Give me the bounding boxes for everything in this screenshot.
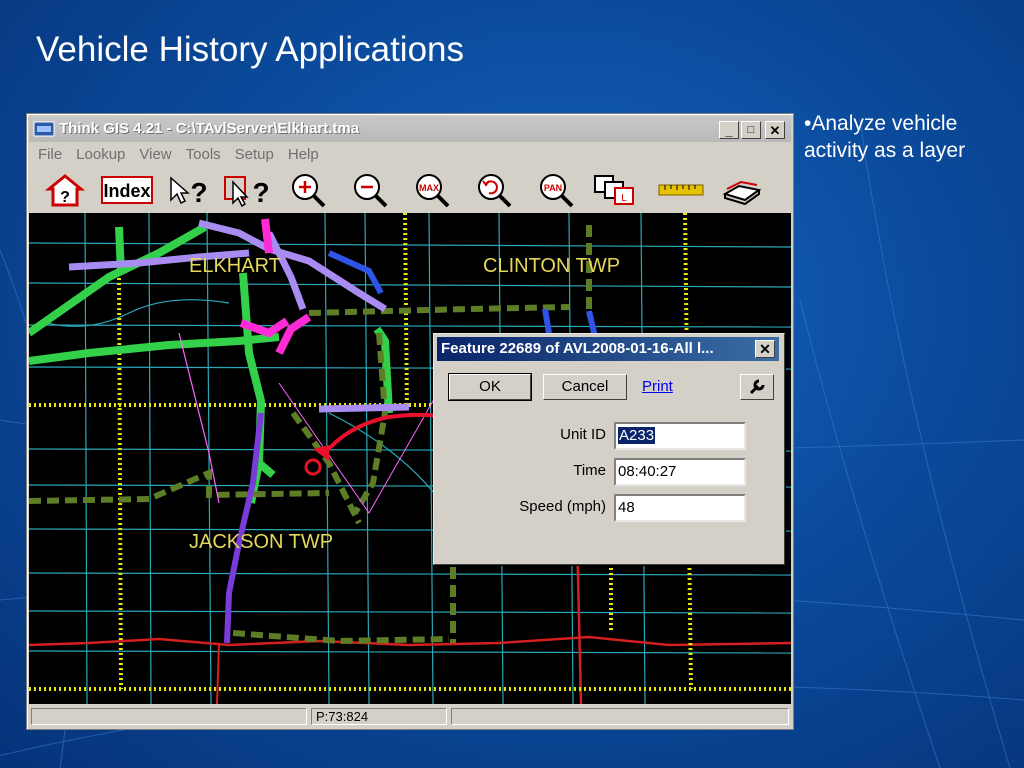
bullet-list: Analyze vehicle activity as a layer xyxy=(804,110,1014,164)
zoom-max-icon[interactable]: MAX xyxy=(413,172,453,208)
menu-setup[interactable]: Setup xyxy=(228,144,281,165)
home-help-icon[interactable]: ? xyxy=(45,172,85,208)
status-panel-left xyxy=(31,708,307,725)
index-button[interactable]: Index xyxy=(101,176,153,204)
dialog-close-button[interactable]: ✕ xyxy=(755,340,775,358)
wrench-icon xyxy=(749,379,765,395)
ok-button[interactable]: OK xyxy=(448,373,532,401)
toolbar: ? Index ? ? MAX PAN L xyxy=(29,168,791,212)
map-label-elkhart: ELKHART xyxy=(189,255,281,277)
svg-text:?: ? xyxy=(252,177,269,208)
layers-icon[interactable]: L xyxy=(591,172,641,208)
menu-tools[interactable]: Tools xyxy=(179,144,228,165)
map-label-clinton-twp: CLINTON TWP xyxy=(483,255,621,277)
window-title-bar[interactable]: Think GIS 4.21 - C:\TAvlServer\Elkhart.t… xyxy=(29,116,791,142)
zoom-out-icon[interactable] xyxy=(351,172,391,208)
zoom-max-label: MAX xyxy=(419,183,439,193)
zoom-in-icon[interactable] xyxy=(289,172,329,208)
slide-title: Vehicle History Applications xyxy=(36,30,464,69)
status-coordinates: P:73:824 xyxy=(311,708,447,725)
unit-id-label: Unit ID xyxy=(560,426,606,443)
ruler-icon[interactable] xyxy=(657,172,705,208)
speed-field[interactable]: 48 xyxy=(614,494,746,522)
menu-view[interactable]: View xyxy=(132,144,178,165)
arrow-help-icon[interactable]: ? xyxy=(167,172,211,208)
pan-icon[interactable]: PAN xyxy=(537,172,577,208)
minimize-button[interactable]: _ xyxy=(719,121,739,139)
maximize-button[interactable]: □ xyxy=(741,121,761,139)
map-label-jackson-twp: JACKSON TWP xyxy=(189,531,334,553)
feature-dialog: Feature 22689 of AVL2008-01-16-All l... … xyxy=(433,333,785,565)
dialog-title-bar[interactable]: Feature 22689 of AVL2008-01-16-All l... … xyxy=(437,337,779,361)
print-link[interactable]: Print xyxy=(642,378,673,395)
select-help-icon[interactable]: ? xyxy=(221,172,273,208)
menu-file[interactable]: File xyxy=(31,144,69,165)
svg-text:L: L xyxy=(621,193,627,204)
svg-text:?: ? xyxy=(60,189,70,206)
pan-label: PAN xyxy=(544,183,562,193)
app-logo-icon xyxy=(33,121,55,137)
close-button[interactable]: ✕ xyxy=(765,121,785,139)
menu-bar: File Lookup View Tools Setup Help xyxy=(31,144,326,166)
svg-text:?: ? xyxy=(190,177,207,208)
zoom-previous-icon[interactable] xyxy=(475,172,515,208)
settings-wrench-button[interactable] xyxy=(740,374,774,400)
menu-lookup[interactable]: Lookup xyxy=(69,144,132,165)
status-panel-right xyxy=(451,708,789,725)
unit-id-value: A233 xyxy=(618,427,656,444)
dialog-title: Feature 22689 of AVL2008-01-16-All l... xyxy=(441,340,714,357)
menu-help[interactable]: Help xyxy=(281,144,326,165)
time-field[interactable]: 08:40:27 xyxy=(614,458,746,486)
bullet-item: Analyze vehicle activity as a layer xyxy=(804,110,1014,164)
speed-label: Speed (mph) xyxy=(519,498,606,515)
time-label: Time xyxy=(573,462,606,479)
unit-id-field[interactable]: A233 xyxy=(614,422,746,450)
print-icon[interactable] xyxy=(721,172,763,208)
window-title: Think GIS 4.21 - C:\TAvlServer\Elkhart.t… xyxy=(59,120,360,137)
status-bar: P:73:824 xyxy=(29,706,791,727)
cancel-button[interactable]: Cancel xyxy=(543,374,627,400)
